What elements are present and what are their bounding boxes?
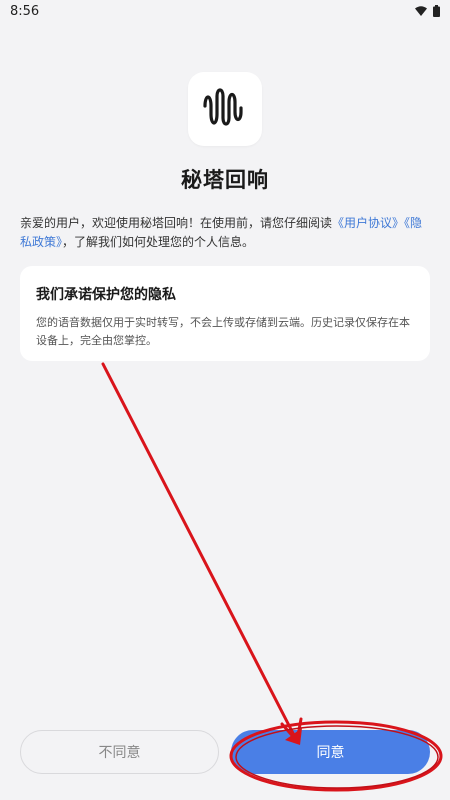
intro-text: 亲爱的用户，欢迎使用秘塔回响！在使用前，请您仔细阅读《用户协议》《隐私政策》，了… <box>20 214 430 252</box>
privacy-card: 我们承诺保护您的隐私 您的语音数据仅用于实时转写，不会上传或存储到云端。历史记录… <box>20 266 430 361</box>
decline-button[interactable]: 不同意 <box>20 730 219 774</box>
decline-button-label: 不同意 <box>98 745 141 761</box>
wifi-icon <box>415 6 427 16</box>
privacy-card-title: 我们承诺保护您的隐私 <box>36 287 176 303</box>
battery-icon <box>433 5 440 17</box>
audio-wave-icon <box>202 84 248 134</box>
agree-button-label: 同意 <box>316 745 345 761</box>
intro-text-before: 亲爱的用户，欢迎使用秘塔回响！在使用前，请您仔细阅读 <box>20 216 333 230</box>
app-logo <box>188 72 262 146</box>
status-icons <box>415 5 440 17</box>
status-time: 8:56 <box>10 3 40 19</box>
intro-text-after: ，了解我们如何处理您的个人信息。 <box>62 235 255 249</box>
agree-button[interactable]: 同意 <box>231 730 430 774</box>
app-title: 秘塔回响 <box>181 168 269 192</box>
user-agreement-link[interactable]: 《用户协议》 <box>332 216 404 230</box>
status-bar: 8:56 <box>0 0 450 22</box>
annotation-arrow <box>101 362 303 745</box>
privacy-card-body: 您的语音数据仅用于实时转写，不会上传或存储到云端。历史记录仅保存在本设备上，完全… <box>36 316 410 347</box>
